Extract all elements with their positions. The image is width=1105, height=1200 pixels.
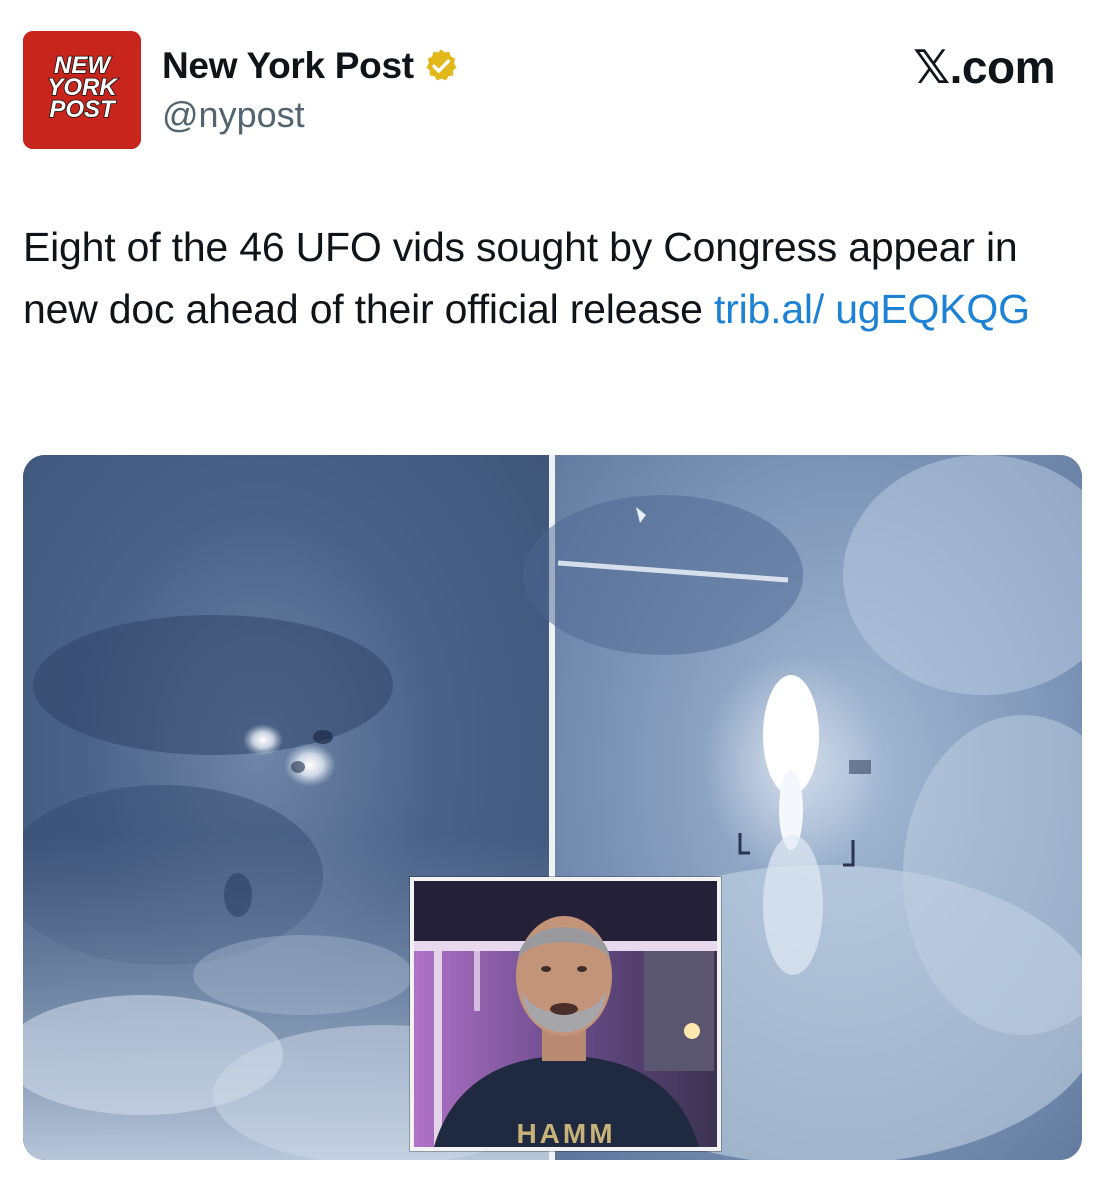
account-handle[interactable]: @nypost: [162, 94, 305, 136]
display-name-row: New York Post: [162, 42, 460, 90]
verified-badge-icon: [422, 47, 460, 85]
interview-inset-photo: HAMM: [410, 877, 721, 1151]
display-name[interactable]: New York Post: [162, 45, 414, 87]
logo-line-3: POST: [49, 96, 117, 123]
tweet-media[interactable]: HAMM: [23, 455, 1082, 1160]
x-com-label: 𝕏.com: [913, 41, 1055, 93]
tweet-link[interactable]: trib.al/ ugEQKQG: [714, 286, 1030, 332]
nypost-logo-icon[interactable]: NEW YORK POST: [23, 31, 141, 149]
tweet-text: Eight of the 46 UFO vids sought by Congr…: [23, 216, 1088, 340]
shirt-text: HAMM: [516, 1118, 615, 1147]
tweet-header: NEW YORK POST New York Post @nypost 𝕏.co…: [0, 0, 1105, 170]
